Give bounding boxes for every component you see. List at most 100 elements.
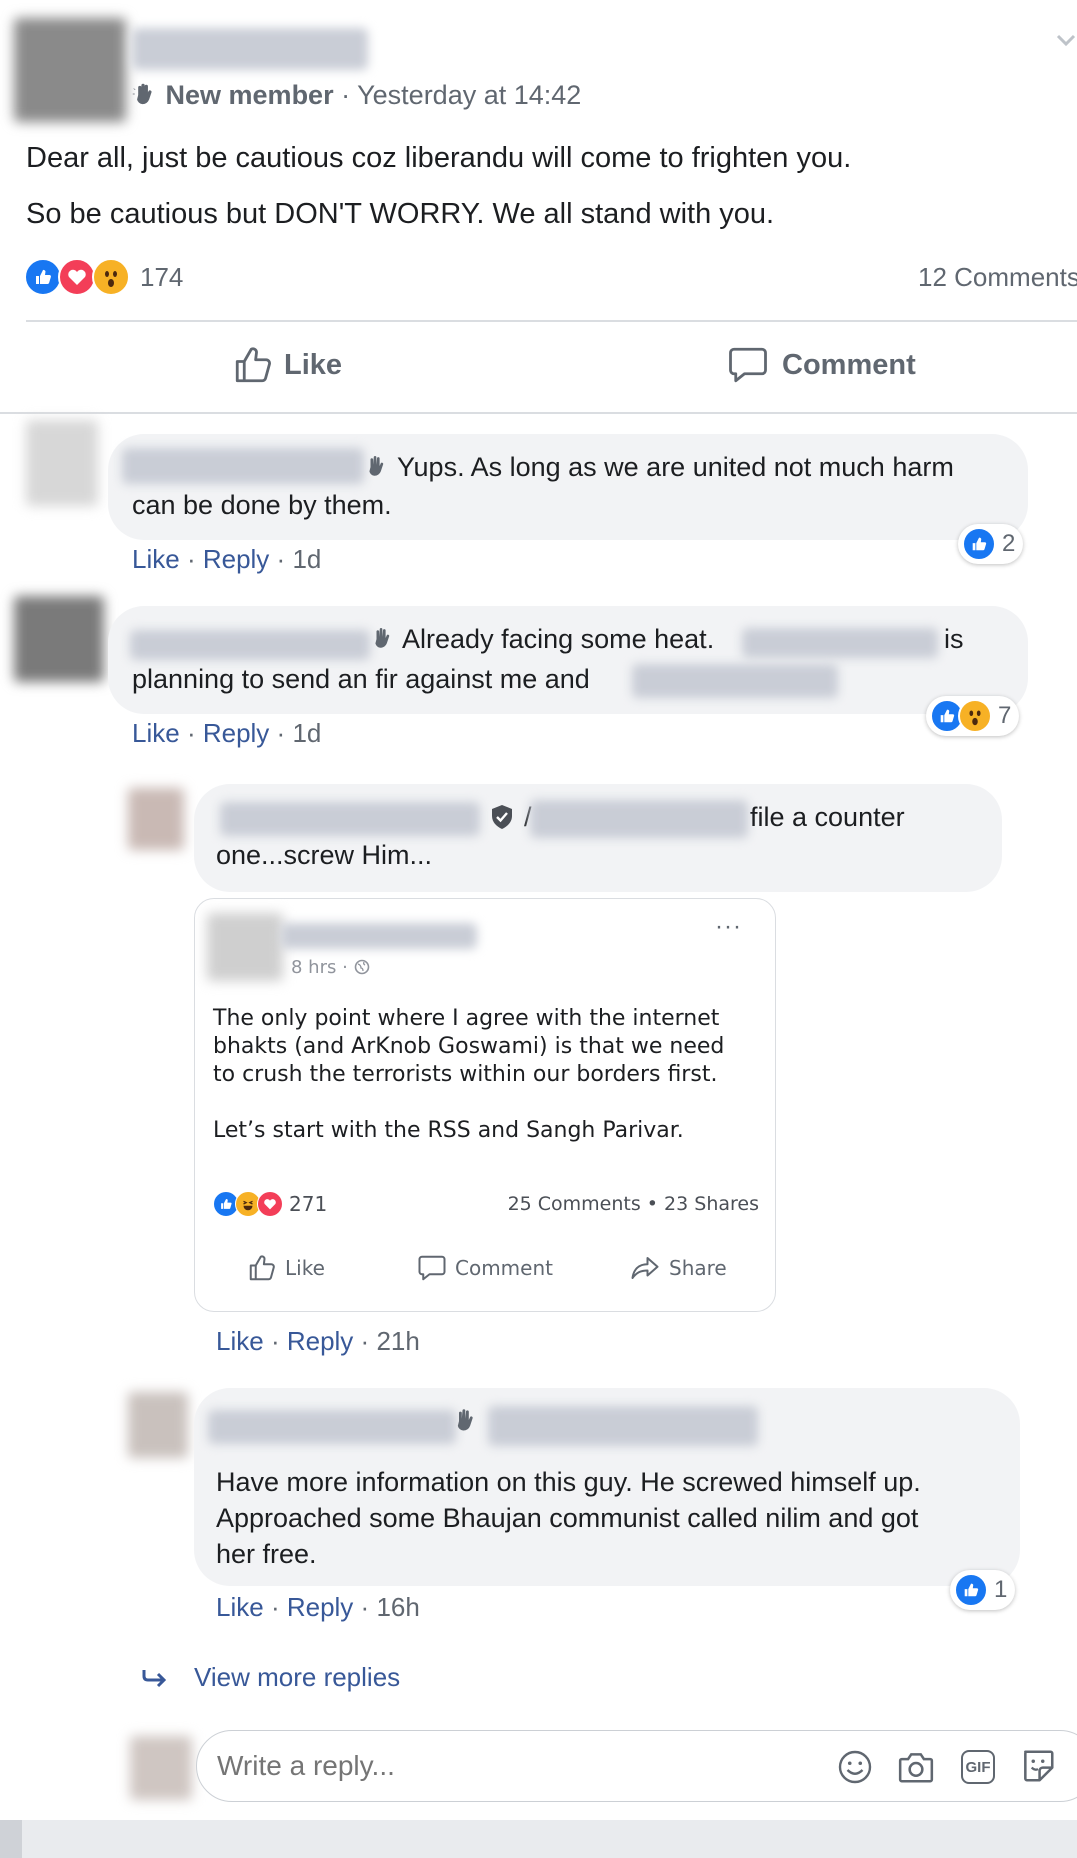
shared-reactions-summary[interactable]: 271 [213, 1191, 327, 1217]
mention-redacted[interactable] [488, 1406, 758, 1446]
reply-reply-link[interactable]: Reply [287, 1592, 353, 1622]
replier-name-redacted[interactable] [220, 802, 480, 836]
reply-reply-link[interactable]: Reply [287, 1326, 353, 1356]
comment-bubble: Already facing some heat. is planning to… [108, 606, 1028, 714]
reaction-count: 1 [994, 1576, 1008, 1603]
mention-redacted[interactable] [632, 664, 838, 698]
reply-text: Have more information on this guy. He sc… [216, 1464, 921, 1572]
comment-line-2: planning to send an fir against me and [132, 664, 590, 694]
gif-label: GIF [965, 1758, 991, 1776]
reply-like-link[interactable]: Like [216, 1592, 264, 1622]
shared-like-button[interactable]: Like [247, 1253, 325, 1283]
gif-icon[interactable]: GIF [961, 1750, 995, 1784]
comment-reactions[interactable]: 2 [958, 524, 1024, 564]
post-author-avatar[interactable] [14, 18, 126, 122]
shared-post-time[interactable]: 8 hrs [291, 957, 336, 978]
post-author-name-redacted[interactable] [132, 28, 368, 70]
shared-post-meta: 8 hrs · [291, 957, 370, 978]
comment-time[interactable]: 1d [292, 718, 321, 748]
comment-actions: Like · Reply · 1d [132, 718, 322, 748]
waving-hand-icon [375, 628, 390, 648]
reply-like-link[interactable]: Like [216, 1326, 264, 1356]
new-member-badge[interactable]: New member [166, 80, 334, 110]
shared-author-name-redacted[interactable] [281, 923, 477, 949]
bottom-bar-edge [0, 1820, 22, 1858]
emoji-icon[interactable] [837, 1749, 873, 1785]
reply-composer[interactable]: GIF [196, 1730, 1077, 1802]
shared-like-label: Like [285, 1256, 325, 1280]
reply-bubble: / file a counter one...screw Him... [194, 784, 1002, 892]
post-text: Dear all, just be cautious coz liberandu… [26, 138, 1066, 234]
comment-bubble: Yups. As long as we are united not much … [108, 434, 1028, 540]
comment-reply-link[interactable]: Reply [203, 718, 269, 748]
comments-count[interactable]: 12 Comments [918, 262, 1077, 293]
speech-bubble-icon [418, 1255, 446, 1281]
avatar[interactable] [128, 788, 184, 850]
meta-separator: · [341, 80, 351, 110]
comment-button[interactable]: Comment [726, 344, 916, 386]
wow-reaction-icon [958, 699, 992, 733]
post-meta: New member · Yesterday at 14:42 [132, 78, 581, 112]
comment-time[interactable]: 1d [292, 544, 321, 574]
shared-line-4: Let’s start with the RSS and Sangh Pariv… [213, 1118, 684, 1143]
divider [26, 320, 1077, 322]
mention-redacted[interactable] [530, 800, 748, 838]
meta-separator: · [342, 957, 348, 978]
mention-redacted[interactable] [742, 628, 938, 658]
reply-arrow-icon [142, 1669, 167, 1687]
view-more-replies-label: View more replies [194, 1662, 401, 1692]
reply-time[interactable]: 16h [376, 1592, 419, 1622]
replier-name-redacted[interactable] [208, 1410, 456, 1444]
shared-comment-label: Comment [455, 1256, 553, 1280]
shared-share-label: Share [669, 1256, 727, 1280]
avatar[interactable] [14, 596, 104, 682]
reply-actions: Like · Reply · 21h [216, 1326, 420, 1356]
reaction-count[interactable]: 174 [140, 262, 183, 293]
chevron-down-icon[interactable] [1056, 34, 1076, 48]
commenter-name-redacted[interactable] [122, 448, 364, 484]
shared-reaction-count: 271 [289, 1192, 328, 1216]
post-line-1: Dear all, just be cautious coz liberandu… [26, 142, 852, 174]
reaction-count: 2 [1002, 530, 1016, 557]
comment-reactions[interactable]: 7 [926, 696, 1020, 736]
reply-line-2: Approached some Bhaujan communist called… [216, 1503, 919, 1533]
reply-input[interactable] [217, 1745, 797, 1787]
reply-line-3: her free. [216, 1539, 317, 1569]
like-reaction-icon [24, 258, 62, 296]
like-reaction-icon [962, 527, 996, 561]
shared-comment-button[interactable]: Comment [417, 1253, 553, 1283]
comment-text: Yups. As long as we are united not much … [364, 448, 954, 486]
reply-line-2: one...screw Him... [216, 840, 433, 870]
shared-post-stats[interactable]: 25 Comments • 23 Shares [508, 1193, 759, 1215]
like-button[interactable]: Like [232, 344, 342, 386]
reply-reactions[interactable]: 1 [950, 1570, 1016, 1610]
shared-line-1: The only point where I agree with the in… [213, 1006, 720, 1031]
sticker-icon[interactable] [1019, 1747, 1057, 1785]
shared-post-more-button[interactable]: ··· [715, 913, 742, 941]
globe-icon [354, 959, 369, 975]
avatar[interactable] [26, 420, 98, 506]
bottom-bar [0, 1820, 1077, 1858]
like-reaction-icon [954, 1573, 988, 1607]
love-reaction-icon [257, 1191, 283, 1217]
thumbs-up-icon [235, 347, 271, 383]
avatar[interactable] [128, 1392, 188, 1458]
current-user-avatar [130, 1736, 192, 1800]
comment-like-link[interactable]: Like [132, 718, 180, 748]
reply-time[interactable]: 21h [376, 1326, 419, 1356]
comment-line-1: Already facing some heat. [402, 624, 715, 654]
commenter-name-redacted[interactable] [130, 630, 370, 660]
camera-icon[interactable] [897, 1749, 935, 1785]
post-timestamp[interactable]: Yesterday at 14:42 [357, 80, 581, 110]
comment-line-1-end: is [944, 624, 964, 654]
reactions-summary[interactable]: 174 [24, 258, 183, 296]
view-more-replies[interactable]: View more replies [140, 1662, 400, 1693]
comment-reply-link[interactable]: Reply [203, 544, 269, 574]
shared-line-2: bhakts (and ArKnob Goswami) is that we n… [213, 1034, 725, 1059]
comment-like-link[interactable]: Like [132, 544, 180, 574]
comment-line-2: can be done by them. [132, 490, 392, 520]
reply-line-1: file a counter [750, 802, 905, 832]
shared-post-avatar[interactable] [207, 913, 283, 981]
shared-post-card[interactable]: ··· 8 hrs · The only point where I agree… [194, 898, 776, 1312]
shared-share-button[interactable]: Share [629, 1253, 727, 1283]
